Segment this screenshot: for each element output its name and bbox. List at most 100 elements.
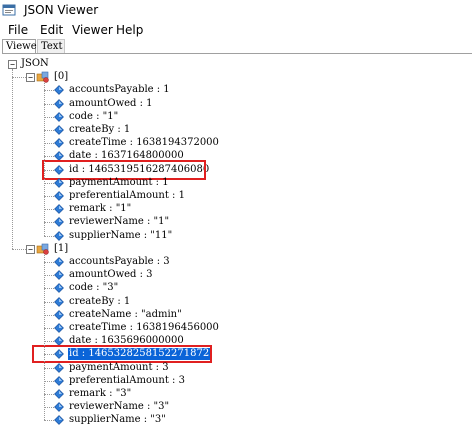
- tree-node-field-label: preferentialAmount : 3: [69, 374, 185, 386]
- tree-node-field[interactable]: code : "3": [54, 282, 119, 294]
- value-node-icon: [54, 257, 64, 267]
- tree-node-field[interactable]: accountsPayable : 3: [54, 256, 171, 268]
- tree-connector-line: [12, 77, 26, 79]
- value-node-icon: [54, 125, 64, 135]
- tree-node-field-label: createName : "admin": [69, 308, 182, 320]
- tree-node-field[interactable]: reviewerName : "1": [54, 216, 170, 228]
- tree-node-field[interactable]: amountOwed : 1: [54, 98, 154, 110]
- tree-node-field[interactable]: createName : "admin": [54, 309, 183, 321]
- tree-node-field[interactable]: accountsPayable : 1: [54, 84, 171, 96]
- tree-node-root-label: JSON: [21, 58, 49, 69]
- tree-node-field-label: code : "3": [69, 282, 119, 294]
- menu-viewer[interactable]: Viewer: [72, 22, 113, 39]
- tree-node-field[interactable]: createTime : 1638194372000: [54, 137, 220, 149]
- tree-connector-line: [44, 254, 45, 421]
- tree-node-field-label: paymentAmount : 1: [69, 176, 169, 188]
- tree-node-field-label: reviewerName : "3": [69, 401, 170, 413]
- tree-node-field[interactable]: paymentAmount : 3: [54, 362, 170, 374]
- value-node-icon: [54, 415, 64, 426]
- value-node-icon: [54, 270, 64, 281]
- tree-connector-line: [44, 328, 54, 329]
- tab-text[interactable]: Text: [37, 39, 65, 53]
- value-node-icon: [54, 283, 64, 294]
- tree-node-field-label: remark : "1": [69, 203, 132, 215]
- value-node-icon: [54, 85, 64, 96]
- value-node-icon: [54, 362, 64, 373]
- tree-node-field-label: reviewerName : "1": [69, 216, 170, 228]
- tree-node-field[interactable]: createTime : 1638196456000: [54, 322, 220, 334]
- value-node-icon: [54, 138, 64, 149]
- menu-edit[interactable]: Edit: [40, 22, 63, 39]
- tree-node-field[interactable]: remark : "3": [54, 388, 132, 400]
- value-node-icon: [54, 191, 64, 201]
- tree-connector-line: [44, 301, 54, 303]
- tree-node-field[interactable]: supplierName : "11": [54, 230, 173, 242]
- tree-node-root[interactable]: JSON: [20, 58, 50, 70]
- tree-connector-line: [44, 314, 54, 316]
- window-title: JSON Viewer: [24, 3, 99, 17]
- expander-item-0[interactable]: −: [26, 73, 35, 83]
- tree-connector-line: [44, 275, 54, 277]
- tree-node-field[interactable]: amountOwed : 3: [54, 269, 154, 281]
- tree-node-field[interactable]: createBy : 1: [54, 296, 131, 308]
- tree-connector-line: [44, 83, 45, 236]
- tree-node-item-0-label: [0]: [54, 71, 69, 83]
- tree-connector-line: [12, 248, 26, 250]
- tree-node-field-label: createTime : 1638196456000: [69, 322, 219, 333]
- tree-connector-line: [44, 209, 54, 211]
- tree-connector-line: [44, 182, 54, 184]
- tree-node-field[interactable]: code : "1": [54, 111, 119, 123]
- tree-node-field[interactable]: reviewerName : "3": [54, 401, 170, 413]
- menu-help[interactable]: Help: [116, 22, 143, 39]
- value-node-icon: [54, 402, 64, 413]
- tree-node-field[interactable]: preferentialAmount : 3: [54, 375, 186, 387]
- tree-node-field-label: createBy : 1: [69, 124, 131, 135]
- expander-root[interactable]: −: [8, 60, 17, 69]
- tree-connector-line: [44, 143, 54, 145]
- tree-connector-line: [44, 130, 54, 131]
- tree-connector-line: [44, 222, 54, 224]
- tree-connector-line: [12, 69, 13, 249]
- menu-bar: File Edit Viewer Help: [0, 22, 474, 39]
- tree-connector-line: [44, 380, 54, 382]
- tree-connector-line: [44, 407, 54, 409]
- tree-node-field-label: createBy : 1: [69, 295, 131, 307]
- tree-connector-line: [44, 341, 54, 343]
- tree-node-field[interactable]: paymentAmount : 1: [54, 177, 170, 189]
- value-node-icon: [54, 323, 64, 333]
- tree-node-field-label: supplierName : "3": [69, 414, 166, 426]
- tree-node-field-label: accountsPayable : 3: [69, 256, 170, 267]
- tree-node-field[interactable]: createBy : 1: [54, 124, 131, 136]
- tree-connector-line: [44, 394, 54, 395]
- tree-node-field-label: code : "1": [69, 110, 119, 122]
- tree-connector-line: [44, 103, 54, 105]
- value-node-icon: [54, 98, 64, 109]
- tree-node-field-label: paymentAmount : 3: [69, 361, 169, 373]
- tree-node-field[interactable]: preferentialAmount : 1: [54, 190, 186, 202]
- tree-node-field[interactable]: supplierName : "3": [54, 414, 167, 426]
- tree-node-field-label: amountOwed : 1: [69, 97, 153, 109]
- expander-item-1[interactable]: −: [26, 244, 35, 254]
- value-node-icon: [54, 111, 64, 122]
- tree-node-item-0[interactable]: [0]: [36, 71, 69, 83]
- value-node-icon: [54, 177, 64, 188]
- tab-viewer[interactable]: Viewer: [2, 39, 41, 53]
- menu-file[interactable]: File: [8, 22, 28, 39]
- tree-connector-line: [44, 235, 54, 237]
- tree-connector-line: [44, 367, 54, 369]
- value-node-icon: [54, 375, 64, 386]
- tree-view[interactable]: − JSON − [0] accountsPayable : 1 amountOwed :…: [2, 53, 472, 425]
- tree-connector-line: [44, 156, 54, 158]
- value-node-icon: [54, 230, 64, 241]
- value-node-icon: [54, 389, 64, 399]
- tree-node-field-label: accountsPayable : 1: [69, 84, 170, 96]
- tree-node-field-label: createTime : 1638194372000: [69, 137, 219, 149]
- tree-connector-line: [44, 420, 54, 422]
- tree-node-field-label: supplierName : "11": [69, 229, 173, 241]
- value-node-icon: [54, 204, 64, 215]
- json-viewer-app-icon: [2, 4, 16, 16]
- title-bar: JSON Viewer: [0, 0, 474, 22]
- object-node-icon: [36, 243, 49, 255]
- tree-node-field[interactable]: remark : "1": [54, 203, 132, 215]
- tree-node-item-1[interactable]: [1]: [36, 243, 69, 255]
